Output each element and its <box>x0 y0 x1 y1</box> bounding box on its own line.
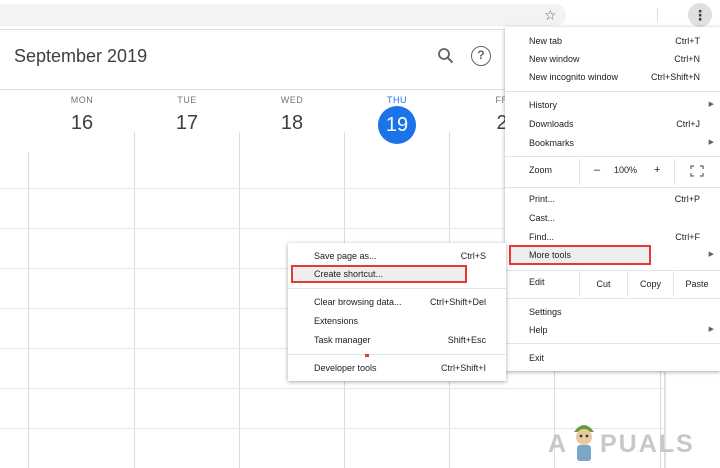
menu-item-settings[interactable]: Settings <box>505 303 720 321</box>
submenu-arrow-icon: ▶ <box>708 101 714 108</box>
zoom-controls: – 100% + <box>579 159 675 185</box>
submenu-arrow-icon: ▶ <box>708 139 714 146</box>
browser-toolbar: ☆ ⋮ <box>0 0 720 30</box>
mascot-icon <box>574 425 594 461</box>
kebab-icon: ⋮ <box>693 7 707 23</box>
menu-item-new-window[interactable]: New window Ctrl+N <box>505 50 720 68</box>
cursor-marker <box>365 354 369 357</box>
search-icon[interactable] <box>437 47 455 65</box>
watermark-prefix: A <box>548 430 569 458</box>
zoom-in-button[interactable]: + <box>654 164 660 176</box>
menu-item-clear-browsing-data[interactable]: Clear browsing data... Ctrl+Shift+Del <box>288 293 506 311</box>
fullscreen-icon[interactable] <box>690 165 704 177</box>
menu-item-print[interactable]: Print... Ctrl+P <box>505 190 720 208</box>
column-separator <box>134 132 135 152</box>
day-number[interactable]: 18 <box>242 111 342 135</box>
copy-button[interactable]: Copy <box>627 271 673 297</box>
help-icon[interactable]: ? <box>471 46 491 66</box>
paste-button[interactable]: Paste <box>673 271 720 297</box>
toolbar-divider <box>657 8 658 22</box>
cut-button[interactable]: Cut <box>579 271 627 297</box>
zoom-row: Zoom – 100% + <box>505 159 720 185</box>
chrome-main-menu: New tab Ctrl+T New window Ctrl+N New inc… <box>505 27 720 371</box>
day-number[interactable]: 16 <box>32 111 132 135</box>
day-name: TUE <box>177 95 197 105</box>
zoom-out-button[interactable]: – <box>594 164 600 176</box>
menu-item-task-manager[interactable]: Task manager Shift+Esc <box>288 331 506 349</box>
column-separator <box>344 132 345 152</box>
day-number[interactable]: 17 <box>137 111 237 135</box>
day-name: MON <box>70 95 94 105</box>
menu-item-find[interactable]: Find... Ctrl+F <box>505 228 720 246</box>
day-column-thu[interactable]: THU 19 <box>347 95 447 144</box>
menu-item-more-tools[interactable]: More tools ▶ <box>505 246 720 264</box>
day-name: WED <box>280 95 304 105</box>
menu-item-create-shortcut[interactable]: Create shortcut... <box>288 265 506 283</box>
menu-item-extensions[interactable]: Extensions <box>288 312 506 330</box>
day-column-tue[interactable]: TUE 17 <box>137 95 237 135</box>
appuals-watermark: A PUALS <box>548 418 720 468</box>
edit-row: Edit Cut Copy Paste <box>505 271 720 297</box>
menu-item-history[interactable]: History ▶ <box>505 96 720 114</box>
zoom-level: 100% <box>614 165 638 175</box>
menu-item-exit[interactable]: Exit <box>505 349 720 367</box>
menu-item-bookmarks[interactable]: Bookmarks ▶ <box>505 134 720 152</box>
menu-item-cast[interactable]: Cast... <box>505 209 720 227</box>
day-column-wed[interactable]: WED 18 <box>242 95 342 135</box>
column-separator <box>239 132 240 152</box>
submenu-arrow-icon: ▶ <box>708 326 714 333</box>
page-title: September 2019 <box>14 46 148 66</box>
menu-item-save-page[interactable]: Save page as... Ctrl+S <box>288 247 506 265</box>
watermark-suffix: PUALS <box>600 430 695 458</box>
menu-item-developer-tools[interactable]: Developer tools Ctrl+Shift+I <box>288 359 506 377</box>
day-column-mon[interactable]: MON 16 <box>32 95 132 135</box>
submenu-arrow-icon: ▶ <box>708 251 714 258</box>
day-name: THU <box>387 95 407 105</box>
menu-item-new-incognito[interactable]: New incognito window Ctrl+Shift+N <box>505 68 720 86</box>
menu-item-downloads[interactable]: Downloads Ctrl+J <box>505 115 720 133</box>
bookmark-star-icon[interactable]: ☆ <box>544 6 557 24</box>
column-separator <box>449 132 450 152</box>
chrome-menu-button[interactable]: ⋮ <box>688 3 712 27</box>
menu-item-new-tab[interactable]: New tab Ctrl+T <box>505 32 720 50</box>
today-date-badge[interactable]: 19 <box>378 106 416 144</box>
address-bar[interactable] <box>0 4 566 26</box>
menu-item-help[interactable]: Help ▶ <box>505 321 720 339</box>
more-tools-submenu: Save page as... Ctrl+S Create shortcut..… <box>288 243 506 381</box>
